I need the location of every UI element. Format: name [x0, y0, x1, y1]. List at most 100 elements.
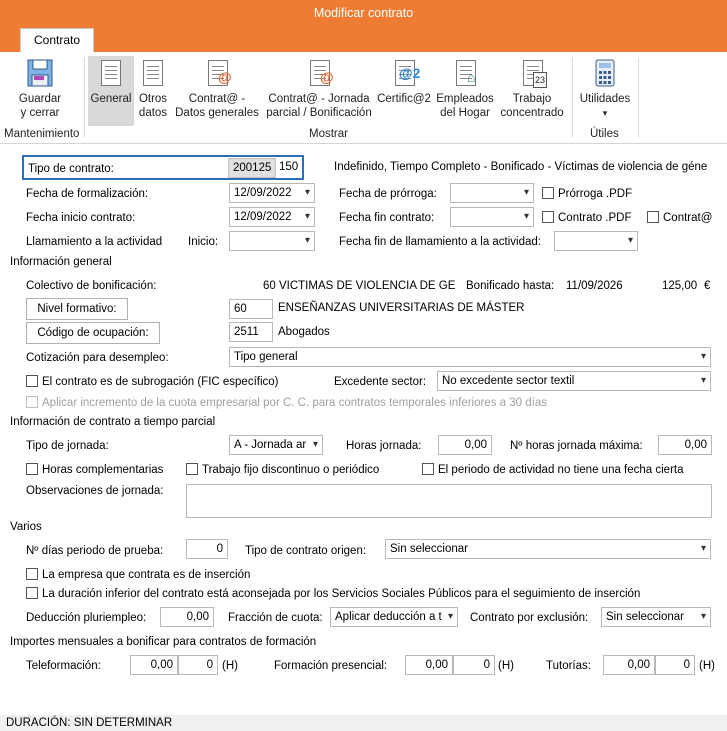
nivel-formativo-button[interactable]: Nivel formativo:	[26, 298, 128, 320]
tab-contrato[interactable]: Contrato	[20, 28, 94, 52]
group-mostrar: Mostrar	[309, 128, 348, 140]
document-icon	[138, 58, 168, 90]
fijo-discontinuo-checkbox[interactable]: Trabajo fijo discontinuo o periódico	[186, 463, 379, 479]
dias-prueba-label: Nº días periodo de prueba:	[26, 545, 164, 557]
ocupacion-desc: Abogados	[278, 326, 330, 338]
duracion-inferior-checkbox[interactable]: La duración inferior del contrato está a…	[26, 587, 640, 603]
contrat-datos-generales-button[interactable]: @ Contrat@ - Datos generales	[172, 58, 262, 120]
tipo-jornada-select[interactable]: A - Jornada ar	[229, 435, 323, 455]
otros-datos-button[interactable]: Otros datos	[136, 58, 170, 120]
checkbox-box	[26, 396, 38, 408]
empleados-hogar-button[interactable]: ⌂ Empleados del Hogar	[434, 58, 496, 120]
tipo-contrato-code[interactable]: 200125	[228, 158, 276, 178]
certifica-icon: @2	[389, 58, 420, 90]
chevron-down-icon: ▾	[602, 108, 608, 118]
separator	[84, 58, 85, 138]
nivel-code-field[interactable]: 60	[229, 299, 273, 319]
ocupacion-code-field[interactable]: 2511	[229, 322, 273, 342]
teleformacion-horas-field[interactable]: 0	[178, 655, 218, 675]
contrat-datos-label: Contrat@ - Datos generales	[175, 93, 259, 119]
calendar-doc-icon: 23	[517, 58, 548, 90]
fecha-fin-llamamiento-picker[interactable]	[554, 231, 638, 251]
excedente-select[interactable]: No excedente sector textil	[437, 371, 711, 391]
fecha-fin-picker[interactable]	[450, 207, 534, 227]
periodo-actividad-checkbox[interactable]: El periodo de actividad no tiene una fec…	[422, 463, 684, 479]
contrata-checkbox[interactable]: Contrat@	[647, 211, 712, 227]
utilidades-button[interactable]: Utilidades ▾	[576, 58, 634, 120]
fecha-prorroga-picker[interactable]	[450, 183, 534, 203]
certifica-label: Certific@2	[377, 93, 431, 105]
document-icon	[96, 58, 126, 90]
section-tiempo-parcial: Información de contrato a tiempo parcial	[10, 416, 216, 428]
duracion-inferior-label: La duración inferior del contrato está a…	[42, 588, 641, 600]
trabajo-label: Trabajo concentrado	[500, 93, 564, 119]
colectivo-value: 60 VÍCTIMAS DE VIOLENCIA DE GÉNEF	[263, 280, 455, 292]
presencial-importe-field[interactable]: 0,00	[405, 655, 453, 675]
calculator-icon	[590, 58, 620, 90]
contrat-jornada-button[interactable]: @ Contrat@ - Jornada parcial / Bonificac…	[264, 58, 374, 120]
fraccion-select[interactable]: Aplicar deducción a t	[330, 607, 458, 627]
tutorias-label: Tutorías:	[546, 660, 591, 672]
guardar-cerrar-button[interactable]: Guardar y cerrar	[12, 58, 68, 120]
importe-value: 125,00	[662, 280, 698, 292]
fecha-inicio-picker[interactable]: 12/09/2022	[229, 207, 315, 227]
tutorias-importe-field[interactable]: 0,00	[603, 655, 655, 675]
empleados-label: Empleados del Hogar	[436, 93, 494, 119]
fijo-discontinuo-label: Trabajo fijo discontinuo o periódico	[202, 464, 380, 476]
tutorias-horas-field[interactable]: 0	[655, 655, 695, 675]
separator	[572, 58, 573, 138]
exclusion-label: Contrato por exclusión:	[470, 612, 589, 624]
colectivo-label: Colectivo de bonificación:	[26, 280, 157, 292]
exclusion-select[interactable]: Sin seleccionar	[601, 607, 711, 627]
home-doc-icon: ⌂	[450, 58, 480, 90]
contrato-pdf-checkbox[interactable]: Contrato .PDF	[542, 211, 632, 227]
presencial-label: Formación presencial:	[274, 660, 388, 672]
status-bar: DURACIÓN: SIN DETERMINAR	[0, 715, 727, 731]
aplicar-incremento-label: Aplicar incremento de la cuota empresari…	[42, 397, 547, 409]
ribbon: Guardar y cerrar General Otros datos @ C…	[0, 52, 727, 144]
general-button[interactable]: General	[88, 56, 134, 126]
cotizacion-label: Cotización para desempleo:	[26, 352, 169, 364]
checkbox-box	[542, 187, 554, 199]
llamamiento-label: Llamamiento a la actividad	[26, 236, 163, 248]
fecha-inicio-label: Fecha inicio contrato:	[26, 212, 136, 224]
fecha-formalizacion-picker[interactable]: 12/09/2022	[229, 183, 315, 203]
prorroga-pdf-checkbox[interactable]: Prórroga .PDF	[542, 187, 632, 203]
h-suffix: (H)	[222, 660, 238, 672]
checkbox-box	[647, 211, 659, 223]
certifica-button[interactable]: @2 Certific@2	[376, 58, 432, 106]
fecha-prorroga-label: Fecha de prórroga:	[339, 188, 437, 200]
llamamiento-inicio-picker[interactable]	[229, 231, 315, 251]
subrogacion-checkbox[interactable]: El contrato es de subrogación (FIC espec…	[26, 375, 279, 391]
observaciones-label: Observaciones de jornada:	[26, 485, 164, 497]
tipo-contrato-num: 150	[279, 161, 299, 173]
inicio-label: Inicio:	[188, 236, 219, 248]
separator	[638, 58, 639, 138]
empresa-insercion-label: La empresa que contrata es de inserción	[42, 569, 251, 581]
observaciones-textarea[interactable]	[186, 484, 712, 518]
presencial-horas-field[interactable]: 0	[453, 655, 495, 675]
contrata-label: Contrat@	[663, 212, 713, 224]
aplicar-incremento-checkbox[interactable]: Aplicar incremento de la cuota empresari…	[26, 396, 547, 412]
excedente-label: Excedente sector:	[334, 376, 427, 388]
section-info-general: Información general	[10, 256, 112, 268]
tipo-contrato-desc: Indefinido, Tiempo Completo - Bonificado…	[334, 161, 708, 173]
trabajo-concentrado-button[interactable]: 23 Trabajo concentrado	[496, 58, 568, 120]
horas-max-field[interactable]: 0,00	[658, 435, 712, 455]
checkbox-box	[26, 568, 38, 580]
h-suffix: (H)	[498, 660, 514, 672]
deduccion-field[interactable]: 0,00	[160, 607, 214, 627]
tipo-contrato-label: Tipo de contrato:	[28, 163, 114, 175]
empresa-insercion-checkbox[interactable]: La empresa que contrata es de inserción	[26, 568, 250, 584]
fecha-fin-llamamiento-label: Fecha fin de llamamiento a la actividad:	[339, 236, 541, 248]
teleformacion-importe-field[interactable]: 0,00	[130, 655, 178, 675]
tipo-origen-select[interactable]: Sin seleccionar	[385, 539, 711, 559]
horas-jornada-label: Horas jornada:	[346, 440, 422, 452]
horas-jornada-field[interactable]: 0,00	[438, 435, 492, 455]
horas-complementarias-checkbox[interactable]: Horas complementarias	[26, 463, 163, 479]
checkbox-box	[422, 463, 434, 475]
subrogacion-label: El contrato es de subrogación (FIC espec…	[42, 376, 279, 388]
cotizacion-select[interactable]: Tipo general	[229, 347, 711, 367]
dias-prueba-field[interactable]: 0	[186, 539, 228, 559]
codigo-ocupacion-button[interactable]: Código de ocupación:	[26, 322, 160, 344]
